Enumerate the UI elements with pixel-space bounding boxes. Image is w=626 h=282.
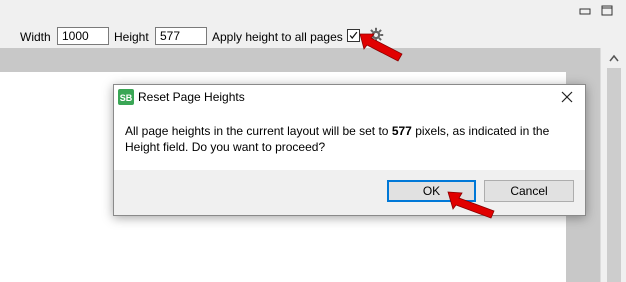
reset-page-heights-dialog: SB Reset Page Heights All page heights i… bbox=[113, 84, 586, 216]
scrollbar-thumb[interactable] bbox=[607, 68, 621, 282]
width-input[interactable] bbox=[57, 27, 109, 45]
dialog-titlebar: SB Reset Page Heights bbox=[114, 85, 585, 109]
window-titlebar bbox=[0, 0, 626, 22]
checkmark-icon bbox=[349, 31, 358, 39]
width-label: Width bbox=[20, 30, 51, 44]
red-arrow-icon bbox=[359, 33, 403, 62]
message-height-value: 577 bbox=[391, 124, 412, 138]
vertical-scrollbar[interactable] bbox=[600, 48, 626, 282]
maximize-icon[interactable] bbox=[600, 3, 616, 17]
height-input[interactable] bbox=[155, 27, 207, 45]
dialog-title: Reset Page Heights bbox=[138, 90, 245, 104]
red-arrow-icon bbox=[447, 191, 495, 219]
scroll-up-icon[interactable] bbox=[609, 54, 619, 62]
close-icon[interactable] bbox=[560, 90, 574, 104]
svg-text:SB: SB bbox=[120, 93, 133, 103]
dialog-footer: OK Cancel bbox=[114, 170, 585, 215]
message-text-start: All page heights in the current layout w… bbox=[125, 124, 392, 138]
app-icon: SB bbox=[118, 89, 134, 105]
height-label: Height bbox=[114, 30, 149, 44]
minimize-icon[interactable] bbox=[578, 3, 594, 17]
dialog-message: All page heights in the current layout w… bbox=[125, 123, 565, 155]
apply-height-label: Apply height to all pages bbox=[212, 30, 343, 44]
